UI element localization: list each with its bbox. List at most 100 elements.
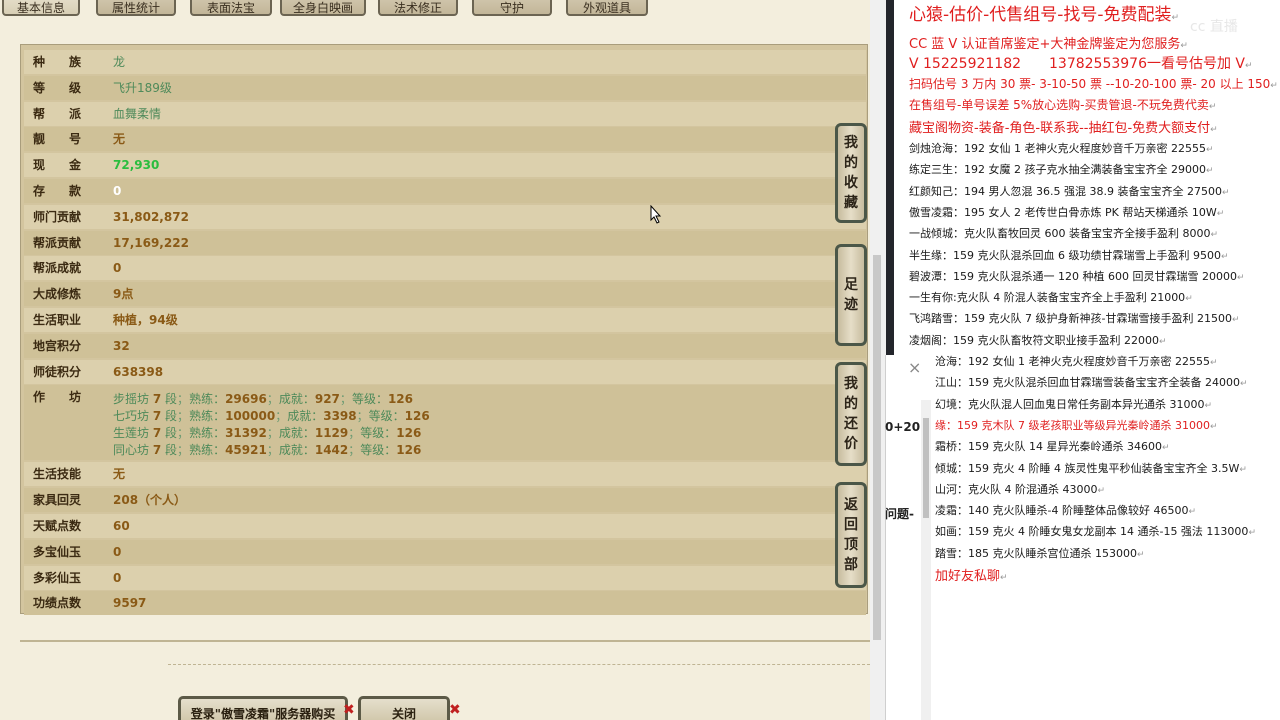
- back-to-top-button[interactable]: 返回顶部: [835, 482, 867, 588]
- ad-listing: 霜桥：159 克火队 14 星异光秦岭通杀 34600↵: [935, 440, 1170, 454]
- stat-value: 0: [113, 184, 122, 198]
- stat-value: 0: [113, 261, 122, 276]
- stat-row: 帮派成就 0: [24, 256, 866, 281]
- ad-listing: 踏雪：185 克火队睡杀宫位通杀 153000↵: [935, 546, 1145, 560]
- stat-value: 638398: [113, 364, 164, 379]
- stat-row: 等 级 飞升189级: [24, 75, 866, 100]
- footprint-button[interactable]: 足迹: [835, 244, 867, 346]
- ad-listing: 一生有你:克火队 4 阶混人装备宝宝齐全上手盈利 21000↵: [909, 291, 1193, 305]
- stat-value: 32: [113, 338, 130, 353]
- stat-value: 208（个人）: [113, 493, 187, 508]
- stat-label: 地宫积分: [33, 338, 82, 353]
- side-button-char: 足: [844, 277, 858, 293]
- stat-label: 多彩仙玉: [33, 570, 82, 585]
- stat-label: 帮派成就: [33, 261, 82, 276]
- stat-value: 种植，94级: [113, 313, 178, 327]
- stat-value: 血舞柔情: [113, 106, 162, 121]
- stat-label: 大成修炼: [33, 287, 82, 302]
- ad-listing: 凌霜：140 克火队睡杀-4 阶睡整体品像较好 46500↵: [935, 504, 1196, 518]
- close-x-icon[interactable]: ✖: [449, 702, 461, 718]
- tab-basic-info[interactable]: 基本信息: [2, 0, 80, 16]
- stat-value: 飞升189级: [113, 80, 172, 95]
- ad-listing: 凌烟阁：159 克火队畜牧符文职业接手盈利 22000↵: [909, 333, 1167, 347]
- close-button[interactable]: 关闭: [358, 696, 450, 720]
- stat-label: 天赋点数: [33, 519, 82, 533]
- tab-attributes[interactable]: 属性统计: [96, 0, 176, 16]
- scrollbar-thumb[interactable]: [873, 255, 881, 640]
- stat-row: 帮 派 血舞柔情: [24, 101, 866, 126]
- stat-label: 存 款: [33, 184, 82, 198]
- side-button-char: 顶: [844, 537, 858, 553]
- stat-label: 生活技能: [33, 467, 82, 482]
- stat-label: 家具回灵: [33, 493, 82, 508]
- stat-value: 60: [113, 519, 130, 533]
- workshop-line: 七巧坊 7 段；熟练：100000；成就：3398；等级：126: [113, 409, 430, 424]
- ad-listing: 幻境：克火队混人回血鬼日常任务副本异光通杀 31000↵: [935, 397, 1213, 411]
- ad-headline: 心猿-估价-代售组号-找号-免费配装↵: [909, 5, 1180, 25]
- ad-listing: 缘：159 克木队 7 级老孩职业等级异光秦岭通杀 31000↵: [935, 418, 1218, 432]
- side-button-char: 收: [844, 175, 858, 191]
- side-button-char: 迹: [844, 297, 858, 313]
- ad-listing: 剑烛沧海：192 女仙 1 老神火克火程度妙音千万亲密 22555↵: [909, 142, 1214, 155]
- tab-treasures[interactable]: 表面法宝: [190, 0, 272, 16]
- stat-value: 0: [113, 544, 122, 559]
- tab-outfit-items[interactable]: 外观道具: [566, 0, 648, 16]
- ad-listing: 山河：克火队 4 阶混通杀 43000↵: [935, 482, 1106, 496]
- dialog-scrollbar-thumb[interactable]: [923, 418, 929, 518]
- my-favorites-button[interactable]: 我的收藏: [835, 123, 867, 223]
- stat-row: 地宫积分 32: [24, 333, 866, 358]
- my-counteroffer-button[interactable]: 我的还价: [835, 362, 867, 466]
- ad-footer: 加好友私聊↵: [935, 569, 1008, 584]
- side-button-char: 藏: [844, 195, 858, 211]
- stat-label: 种 族: [33, 55, 82, 69]
- workshop-row: 作 坊 步摇坊 7 段；熟练：29696；成就：927；等级：126 七巧坊 7 段…: [24, 385, 866, 461]
- stat-label: 师门贡献: [33, 209, 82, 224]
- ad-listing: 傲雪凌霜：195 女人 2 老传世白骨赤炼 PK 帮站天梯通杀 10W↵: [909, 205, 1225, 219]
- ad-listing: 倾城：159 克火 4 阶睡 4 族灵性鬼平秒仙装备宝宝齐全 3.5W↵: [935, 461, 1247, 475]
- stat-row: 生活职业 种植，94级: [24, 308, 866, 332]
- stat-value: 无: [113, 132, 126, 147]
- stat-row: 多彩仙玉 0: [24, 565, 866, 590]
- dialog-text-fragment: 问题-: [885, 507, 914, 521]
- stat-row: 靓 号无: [24, 127, 866, 152]
- stat-value: 龙: [113, 55, 126, 69]
- tab-bar: 基本信息 属性统计 表面法宝 全身白映画 法术修正 守护 外观道具: [0, 0, 870, 18]
- stat-row: 现 金 72,930: [24, 153, 866, 178]
- side-button-char: 的: [844, 155, 858, 171]
- stat-row: 师门贡献 31,802,872: [24, 204, 866, 229]
- character-info-panel: 种 族 龙等 级飞升189级帮 派 血舞柔情靓 号无现 金 72,930 存 款 0 师门贡…: [20, 44, 868, 616]
- ad-listing: 碧波潭：159 克火队混杀通一 120 种植 600 回灵甘霖瑞雪 20000↵: [909, 269, 1245, 283]
- workshop-line: 步摇坊 7 段；熟练：29696；成就：927；等级：126: [113, 392, 414, 407]
- stat-label: 现 金: [33, 158, 82, 173]
- stat-row: 家具回灵 208（个人）: [24, 488, 866, 513]
- stat-label: 帮派贡献: [33, 235, 82, 250]
- dialog-close-icon[interactable]: ×: [908, 358, 921, 377]
- watermark: cc 直播: [1190, 19, 1238, 35]
- tab-spell-correction[interactable]: 法术修正: [378, 0, 458, 16]
- stat-value: 9点: [113, 287, 134, 302]
- side-button-char: 我: [844, 376, 858, 392]
- ad-headline: 藏宝阁物资-装备-角色-联系我--抽红包-免费大额支付↵: [909, 121, 1218, 136]
- stat-row: 生活技能 无: [24, 462, 866, 487]
- dialog-text-fragment: 0+20: [885, 420, 921, 434]
- ad-listing: 飞鸿踏雪：159 克火队 7 级护身新神孩-甘霖瑞雪接手盈利 21500↵: [909, 312, 1240, 326]
- workshop-line: 生莲坊 7 段；熟练：31392；成就：1129；等级：126: [113, 426, 422, 441]
- stat-value: 9597: [113, 596, 147, 611]
- stat-label: 作 坊: [33, 390, 82, 405]
- stat-label: 帮 派: [33, 106, 82, 121]
- ad-listing: 红颜知己：194 男人忽混 36.5 强混 38.9 装备宝宝齐全 27500↵: [909, 184, 1230, 198]
- dashed-divider: [168, 664, 870, 665]
- close-x-icon[interactable]: ✖: [343, 702, 355, 718]
- ad-listing: 如画：159 克火 4 阶睡女鬼女龙副本 14 通杀-15 强法 113000↵: [935, 525, 1256, 539]
- game-window: 基本信息 属性统计 表面法宝 全身白映画 法术修正 守护 外观道具 种 族 龙等 …: [0, 0, 870, 720]
- tab-appearance[interactable]: 全身白映画: [280, 0, 366, 16]
- ad-listing: 练定三生：192 女魔 2 孩子克水抽全满装备宝宝齐全 29000↵: [909, 163, 1214, 177]
- stat-row: 多宝仙玉 0: [24, 539, 866, 564]
- stat-value: 0: [113, 570, 122, 585]
- buy-on-server-button[interactable]: 登录"傲雪凌霜"服务器购买: [178, 696, 348, 720]
- stat-row: 种 族龙: [24, 50, 866, 74]
- workshop-line: 同心坊 7 段；熟练：45921；成就：1442；等级：126: [113, 443, 422, 458]
- tab-guardian[interactable]: 守护: [472, 0, 552, 16]
- divider: [20, 640, 870, 642]
- side-button-char: 部: [844, 557, 858, 573]
